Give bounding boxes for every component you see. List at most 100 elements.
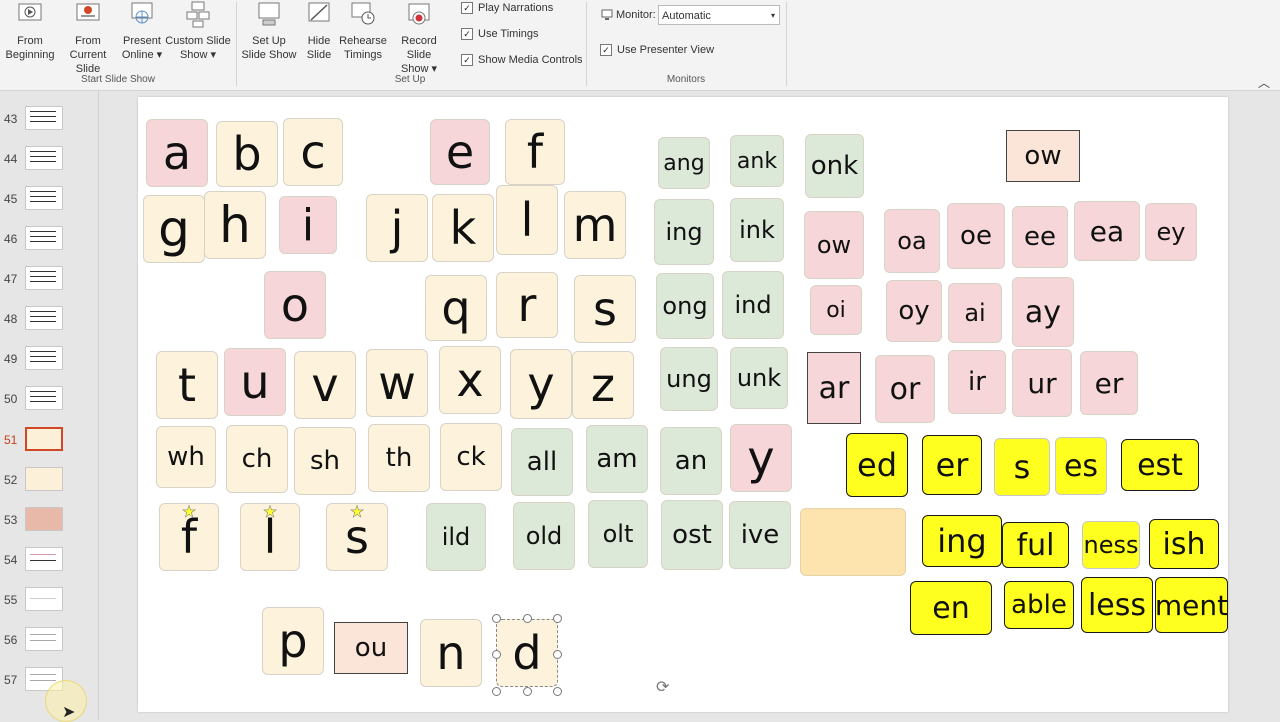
glued-tile-ink[interactable]: ink: [730, 198, 784, 262]
letter-tile-x[interactable]: x: [439, 346, 501, 414]
custom-slide-show-button[interactable]: Custom Slide Show ▾: [164, 0, 232, 62]
digraph-tile-sh[interactable]: sh: [294, 427, 356, 495]
letter-tile-u[interactable]: u: [224, 348, 286, 416]
r-controlled-tile-or[interactable]: or: [875, 355, 935, 423]
glued-tile-unk[interactable]: unk: [730, 347, 788, 409]
vowel-team-tile-ow[interactable]: ow: [804, 211, 864, 279]
collapse-ribbon-icon[interactable]: ︿: [1258, 74, 1270, 91]
welded-tile-ild[interactable]: ild: [426, 503, 486, 571]
vowel-team-tile-oi[interactable]: oi: [810, 285, 862, 335]
letter-tile-y[interactable]: y: [510, 349, 572, 419]
letter-tile-e[interactable]: e: [430, 119, 490, 185]
suffix-tile-ful[interactable]: ful: [1002, 522, 1069, 568]
vowel-team-tile-ou[interactable]: ou: [334, 622, 408, 674]
welded-tile-am[interactable]: am: [586, 425, 648, 493]
welded-tile-old[interactable]: old: [513, 502, 575, 570]
floss-tile-l[interactable]: ★ l: [240, 502, 300, 571]
suffix-tile-est[interactable]: est: [1121, 439, 1199, 491]
vowel-tile-y[interactable]: y: [730, 424, 792, 492]
glued-tile-ung[interactable]: ung: [660, 347, 718, 411]
resize-handle[interactable]: [492, 650, 501, 659]
letter-tile-d-selected[interactable]: d: [496, 619, 558, 687]
set-up-slide-show-button[interactable]: Set Up Slide Show: [240, 0, 298, 62]
monitor-dropdown[interactable]: Automatic ▾: [658, 5, 780, 25]
from-beginning-button[interactable]: From Beginning: [4, 0, 56, 62]
letter-tile-m[interactable]: m: [564, 191, 626, 259]
vowel-team-tile-oa[interactable]: oa: [884, 209, 940, 273]
resize-handle[interactable]: [553, 614, 562, 623]
play-narrations-checkbox[interactable]: ✓ Play Narrations: [461, 2, 553, 14]
letter-tile-z[interactable]: z: [572, 351, 634, 419]
glued-tile-ang[interactable]: ang: [658, 137, 710, 189]
suffix-tile-ment[interactable]: ment: [1155, 577, 1228, 633]
suffix-tile-ness[interactable]: ness: [1082, 521, 1140, 569]
resize-handle[interactable]: [553, 687, 562, 696]
vowel-team-tile-ow-top[interactable]: ow: [1006, 130, 1080, 182]
glued-tile-ing[interactable]: ing: [654, 199, 714, 265]
digraph-tile-wh[interactable]: wh: [156, 426, 216, 488]
letter-tile-b[interactable]: b: [216, 121, 278, 187]
letter-tile-w[interactable]: w: [366, 349, 428, 417]
vowel-team-tile-ee[interactable]: ee: [1012, 206, 1068, 268]
rotate-handle-icon[interactable]: ⟳: [656, 677, 669, 697]
welded-tile-an[interactable]: an: [660, 427, 722, 495]
letter-tile-k[interactable]: k: [432, 194, 494, 262]
letter-tile-i[interactable]: i: [279, 196, 337, 254]
record-slide-show-button[interactable]: Record Slide Show ▾: [388, 0, 450, 76]
letter-tile-v[interactable]: v: [294, 351, 356, 419]
vowel-team-tile-oe[interactable]: oe: [947, 203, 1005, 269]
rehearse-timings-button[interactable]: Rehearse Timings: [338, 0, 388, 62]
digraph-tile-ch[interactable]: ch: [226, 425, 288, 493]
letter-tile-o[interactable]: o: [264, 271, 326, 339]
welded-tile-olt[interactable]: olt: [588, 500, 648, 568]
hide-slide-button[interactable]: Hide Slide: [300, 0, 338, 62]
resize-handle[interactable]: [492, 614, 501, 623]
show-media-controls-checkbox[interactable]: ✓ Show Media Controls: [461, 54, 583, 66]
suffix-tile-er[interactable]: er: [922, 435, 982, 495]
resize-handle[interactable]: [553, 650, 562, 659]
suffix-tile-s[interactable]: s: [994, 438, 1050, 496]
digraph-tile-ck[interactable]: ck: [440, 423, 502, 491]
resize-handle[interactable]: [523, 687, 532, 696]
vowel-team-tile-ey[interactable]: ey: [1145, 203, 1197, 261]
letter-tile-s[interactable]: s: [574, 275, 636, 343]
r-controlled-tile-er[interactable]: er: [1080, 351, 1138, 415]
suffix-tile-ish[interactable]: ish: [1149, 519, 1219, 569]
suffix-tile-en[interactable]: en: [910, 581, 992, 635]
floss-tile-f[interactable]: ★ f: [159, 502, 219, 571]
letter-tile-n[interactable]: n: [420, 619, 482, 687]
welded-tile-all[interactable]: all: [511, 428, 573, 496]
letter-tile-q[interactable]: q: [425, 275, 487, 341]
letter-tile-l[interactable]: l: [496, 185, 558, 255]
suffix-tile-ing[interactable]: ing: [922, 515, 1002, 567]
r-controlled-tile-ar[interactable]: ar: [807, 352, 861, 424]
letter-tile-p[interactable]: p: [262, 607, 324, 675]
from-current-slide-button[interactable]: From Current Slide: [56, 0, 120, 76]
r-controlled-tile-ir[interactable]: ir: [948, 350, 1006, 414]
suffix-tile-less[interactable]: less: [1081, 577, 1153, 633]
use-timings-checkbox[interactable]: ✓ Use Timings: [461, 28, 539, 40]
welded-tile-ive[interactable]: ive: [729, 501, 791, 569]
glued-tile-ind[interactable]: ind: [722, 271, 784, 339]
letter-tile-t[interactable]: t: [156, 351, 218, 419]
vowel-team-tile-ay[interactable]: ay: [1012, 277, 1074, 347]
suffix-tile-es[interactable]: es: [1055, 437, 1107, 495]
floss-tile-s[interactable]: ★ s: [326, 502, 388, 571]
letter-tile-g[interactable]: g: [143, 195, 205, 263]
present-online-button[interactable]: Present Online ▾: [120, 0, 164, 62]
glued-tile-ong[interactable]: ong: [656, 273, 714, 339]
glued-tile-onk[interactable]: onk: [805, 134, 864, 198]
blank-tile[interactable]: [800, 508, 906, 576]
glued-tile-ank[interactable]: ank: [730, 135, 784, 187]
letter-tile-a[interactable]: a: [146, 119, 208, 187]
r-controlled-tile-ur[interactable]: ur: [1012, 349, 1072, 417]
vowel-team-tile-ea[interactable]: ea: [1074, 201, 1140, 261]
resize-handle[interactable]: [523, 614, 532, 623]
suffix-tile-able[interactable]: able: [1004, 581, 1074, 629]
suffix-tile-ed[interactable]: ed: [846, 433, 908, 497]
resize-handle[interactable]: [492, 687, 501, 696]
vowel-team-tile-oy[interactable]: oy: [886, 280, 942, 342]
thumbnail-slide-50[interactable]: 50: [0, 386, 98, 432]
letter-tile-c[interactable]: c: [283, 118, 343, 186]
letter-tile-r[interactable]: r: [496, 272, 558, 338]
